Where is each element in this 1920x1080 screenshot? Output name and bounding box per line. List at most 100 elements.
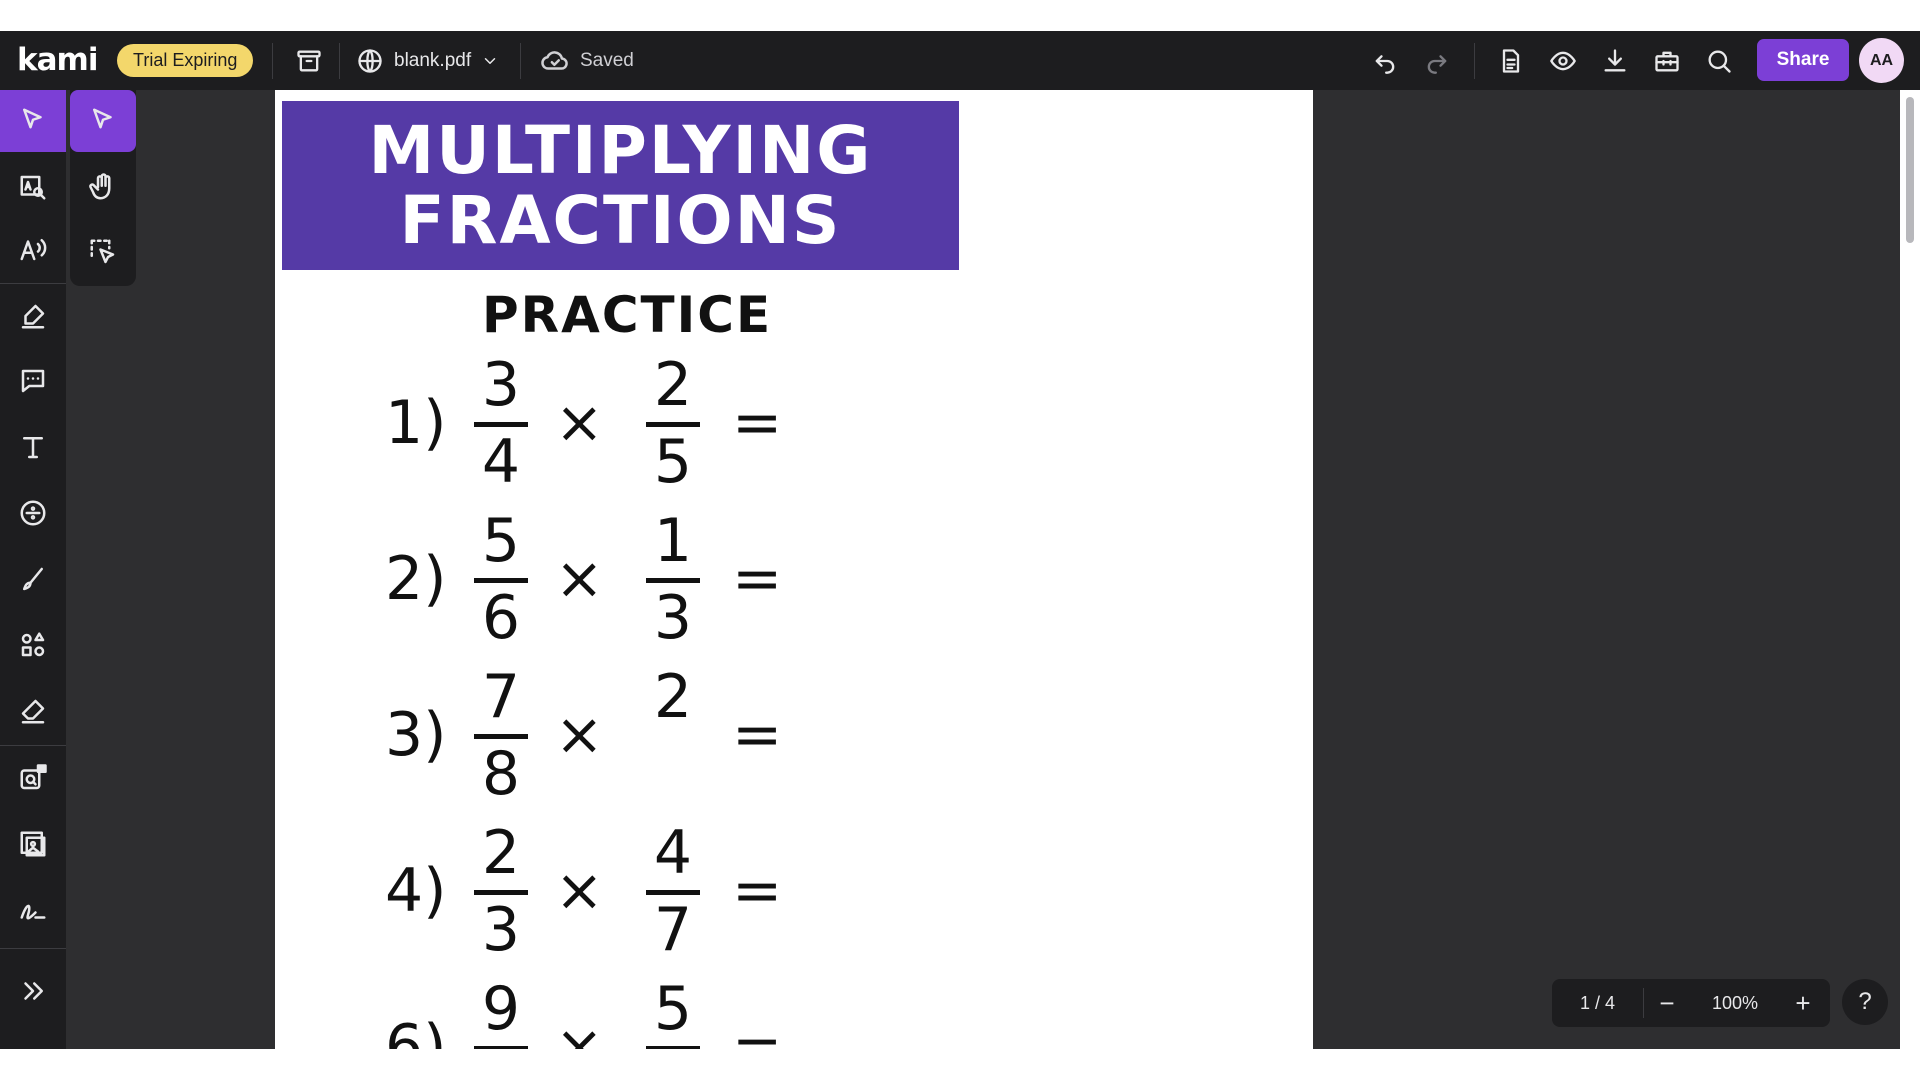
numerator: 5 (653, 974, 693, 1044)
kami-logo[interactable]: kami (17, 42, 98, 78)
signature-icon (20, 904, 46, 920)
title-line: MULTIPLYING (368, 111, 873, 189)
brush-icon (23, 567, 43, 591)
ai-question-button[interactable] (0, 747, 66, 809)
select-mode-button[interactable] (70, 90, 136, 152)
cursor-icon (23, 108, 42, 129)
pdf-page[interactable]: MULTIPLYING FRACTIONS PRACTICE 1) 3 4 × … (275, 90, 1313, 1049)
toolbar-divider (0, 948, 66, 949)
numerator: 2 (481, 818, 521, 888)
text-to-speech-button[interactable] (0, 218, 66, 280)
save-status-label: Saved (580, 50, 634, 71)
area-select-icon (90, 239, 115, 264)
dictionary-icon (20, 175, 46, 200)
zoom-out-button[interactable]: − (1644, 988, 1690, 1019)
comment-tool-button[interactable] (0, 350, 66, 412)
section-heading: PRACTICE (482, 286, 773, 344)
dictionary-tool-button[interactable] (0, 156, 66, 218)
toolbar-divider (0, 745, 66, 746)
header-divider (339, 43, 340, 79)
times-sign: × (555, 1012, 604, 1049)
header-divider (1474, 43, 1475, 79)
left-toolbar (0, 90, 66, 1049)
numerator: 4 (653, 818, 693, 888)
denominator: 4 (481, 427, 521, 497)
cursor-icon (93, 108, 112, 129)
pan-mode-button[interactable] (70, 156, 136, 218)
app-header: kami Trial Expiring blank.pdf Saved Shar… (0, 31, 1920, 90)
denominator: 8 (481, 739, 521, 809)
text-tool-button[interactable] (0, 416, 66, 478)
top-margin (0, 0, 1920, 31)
redo-icon[interactable] (1417, 41, 1457, 81)
download-icon[interactable] (1595, 41, 1635, 81)
ai-question-icon (20, 764, 47, 790)
zoom-in-button[interactable]: + (1780, 988, 1826, 1019)
select-tool-button[interactable] (0, 90, 66, 152)
times-sign: × (555, 700, 604, 768)
denominator: 6 (481, 583, 521, 653)
equals-sign: = (732, 700, 783, 770)
highlighter-icon (21, 304, 45, 329)
toolbar-divider (0, 283, 66, 284)
archive-icon[interactable] (289, 41, 329, 81)
scrollbar-thumb[interactable] (1906, 97, 1914, 243)
markup-tool-button[interactable] (0, 285, 66, 347)
equals-sign: = (732, 388, 783, 458)
problem-number: 3) (385, 700, 447, 770)
title-line: FRACTIONS (399, 181, 842, 259)
select-submenu (70, 90, 136, 286)
equals-sign: = (732, 1012, 783, 1049)
file-name: blank.pdf (394, 50, 472, 71)
undo-icon[interactable] (1365, 41, 1405, 81)
double-chevron-right-icon (24, 982, 43, 1000)
numerator: 5 (481, 506, 521, 576)
numerator: 9 (481, 974, 521, 1044)
drawing-tool-button[interactable] (0, 548, 66, 610)
page-indicator[interactable]: 1 / 4 (1552, 988, 1644, 1018)
eye-icon[interactable] (1543, 41, 1583, 81)
title-banner: MULTIPLYING FRACTIONS (282, 101, 959, 270)
bottom-margin (0, 1049, 1920, 1080)
share-button[interactable]: Share (1757, 39, 1849, 81)
search-icon[interactable] (1699, 41, 1739, 81)
image-icon (20, 831, 46, 857)
times-sign: × (555, 544, 604, 612)
comment-icon (21, 369, 45, 393)
document-icon[interactable] (1491, 41, 1531, 81)
problem-number: 4) (385, 856, 447, 926)
problem-number: 2) (385, 544, 447, 614)
times-sign: × (555, 856, 604, 924)
divide-icon (20, 500, 46, 526)
equation-tool-button[interactable] (0, 482, 66, 544)
page-controls: 1 / 4 − 100% + (1552, 979, 1830, 1027)
eraser-icon (21, 699, 45, 724)
shapes-icon (21, 632, 45, 657)
image-tool-button[interactable] (0, 813, 66, 875)
whole-number: 2 (653, 662, 693, 732)
times-sign: × (555, 388, 604, 456)
expand-toolbar-button[interactable] (0, 960, 66, 1022)
chevron-down-icon (484, 58, 496, 64)
problem-number: 1) (385, 388, 447, 458)
save-status: Saved (540, 41, 634, 81)
text-icon (23, 437, 43, 459)
area-select-button[interactable] (70, 221, 136, 283)
eraser-tool-button[interactable] (0, 680, 66, 742)
file-name-dropdown[interactable]: blank.pdf (356, 41, 499, 81)
globe-icon (358, 49, 382, 73)
toolbox-icon[interactable] (1647, 41, 1687, 81)
header-divider (520, 43, 521, 79)
equals-sign: = (732, 856, 783, 926)
numerator: 1 (653, 506, 693, 576)
zoom-level[interactable]: 100% (1690, 993, 1780, 1014)
avatar[interactable]: AA (1859, 38, 1904, 83)
speech-icon (20, 239, 47, 261)
trial-badge[interactable]: Trial Expiring (117, 44, 254, 77)
equals-sign: = (732, 544, 783, 614)
signature-tool-button[interactable] (0, 879, 66, 941)
help-button[interactable]: ? (1842, 979, 1888, 1025)
denominator: 7 (653, 895, 693, 965)
cloud-check-icon (541, 51, 568, 70)
shapes-tool-button[interactable] (0, 614, 66, 676)
